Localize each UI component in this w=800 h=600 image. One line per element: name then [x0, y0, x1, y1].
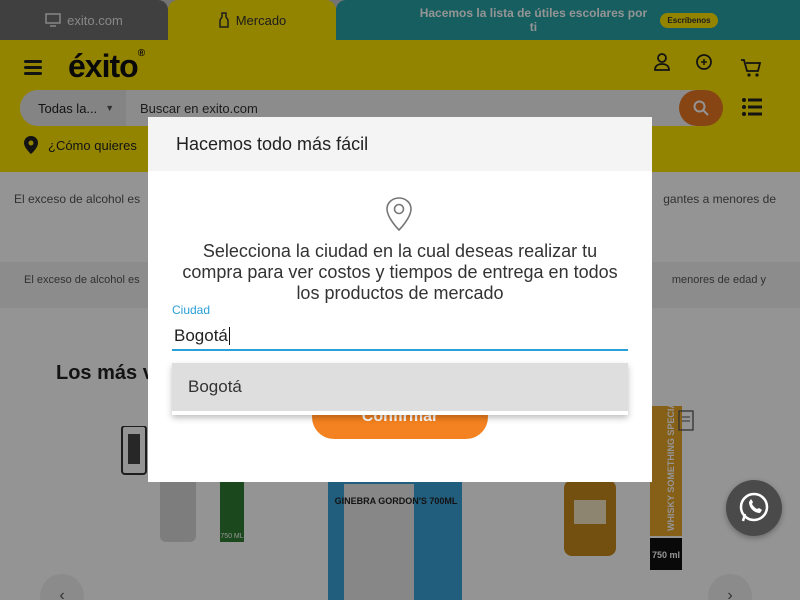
city-suggestions: Bogotá — [172, 363, 628, 415]
whatsapp-icon — [739, 492, 769, 522]
city-input[interactable]: Bogotá — [172, 323, 628, 351]
whatsapp-button[interactable] — [726, 480, 782, 536]
text-cursor — [228, 327, 230, 345]
city-selection-modal: Hacemos todo más fácil Selecciona la ciu… — [148, 117, 652, 482]
city-suggestion-item[interactable]: Bogotá — [172, 363, 628, 411]
modal-message: Selecciona la ciudad en la cual deseas r… — [182, 241, 618, 303]
city-input-value: Bogotá — [174, 326, 228, 345]
city-field-label: Ciudad — [172, 303, 211, 317]
modal-title: Hacemos todo más fácil — [148, 117, 652, 171]
location-pin-icon — [386, 197, 412, 232]
